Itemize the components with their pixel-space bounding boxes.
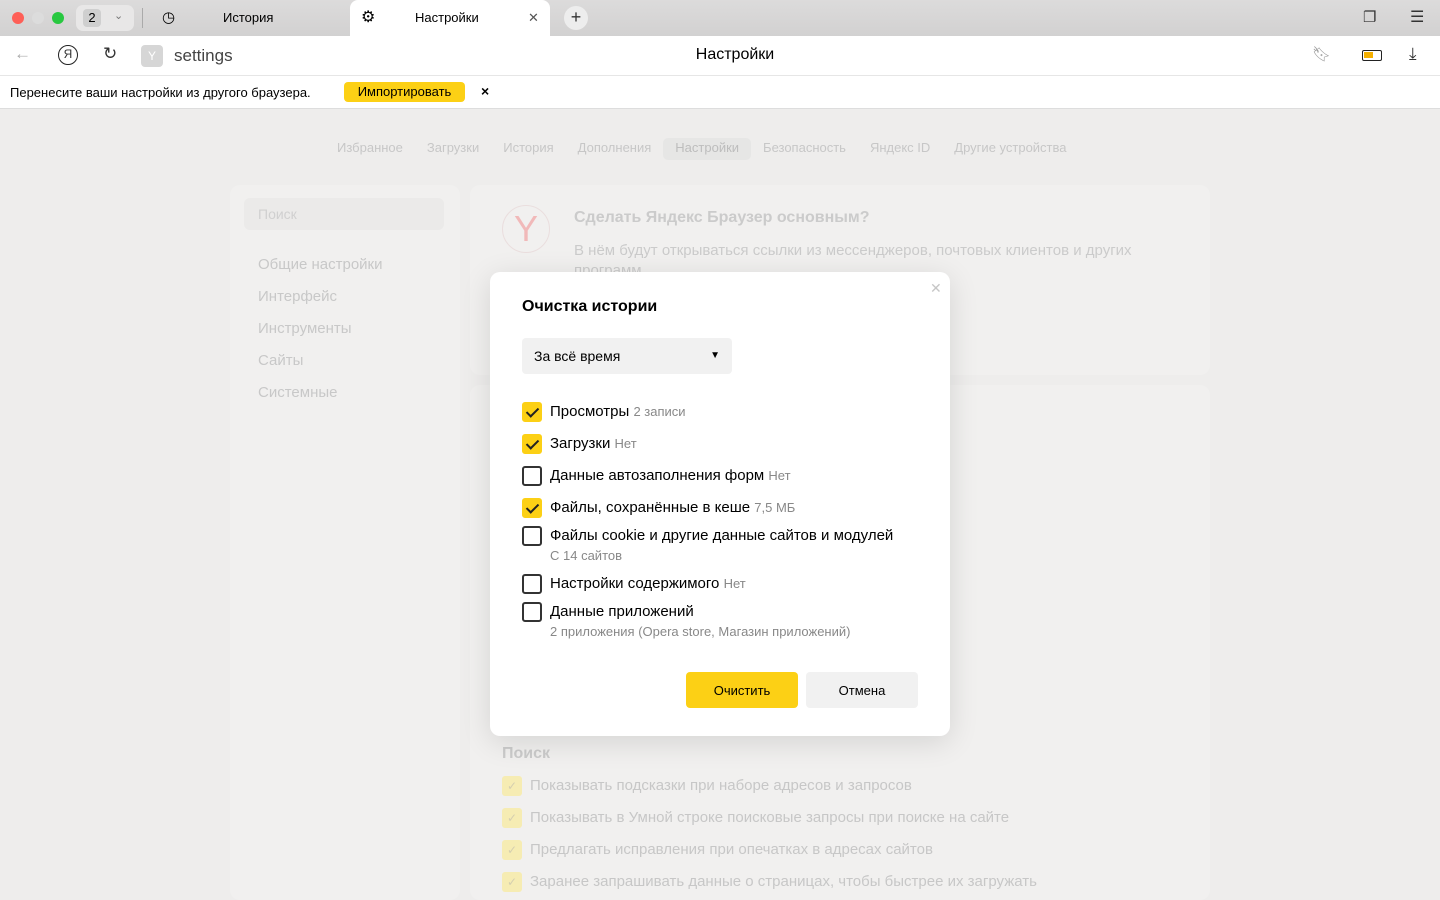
settings-nav: Избранное Загрузки История Дополнения На… bbox=[325, 138, 1079, 160]
sidebar-item-interface[interactable]: Интерфейс bbox=[258, 288, 337, 305]
close-window-button[interactable] bbox=[12, 12, 24, 24]
maximize-window-button[interactable] bbox=[52, 12, 64, 24]
download-icon[interactable]: ⤓ bbox=[1409, 44, 1417, 64]
checkbox-cache[interactable] bbox=[522, 498, 542, 518]
option-note: 2 записи bbox=[633, 404, 686, 419]
tab-label: Настройки bbox=[415, 10, 479, 25]
checkbox-downloads[interactable] bbox=[522, 434, 542, 454]
clear-button[interactable]: Очистить bbox=[686, 672, 798, 708]
battery-icon[interactable] bbox=[1362, 50, 1382, 61]
search-option[interactable]: ✓ Предлагать исправления при опечатках в … bbox=[502, 840, 933, 860]
close-tab-icon[interactable]: ✕ bbox=[528, 0, 539, 36]
sidebar-item-general[interactable]: Общие настройки bbox=[258, 256, 383, 273]
close-dialog-icon[interactable]: ✕ bbox=[930, 280, 942, 297]
option-note: 7,5 МБ bbox=[754, 500, 796, 515]
option-note: Нет bbox=[768, 468, 791, 483]
search-option[interactable]: ✓ Показывать подсказки при наборе адресов… bbox=[502, 776, 912, 796]
tab-settings[interactable]: ⚙ Настройки ✕ bbox=[350, 0, 550, 36]
search-section-title: Поиск bbox=[502, 745, 551, 762]
checkbox-cookies[interactable] bbox=[522, 526, 542, 546]
tab-label: История bbox=[223, 10, 274, 25]
bookmark-icon[interactable]: 🔖︎ bbox=[1312, 45, 1331, 63]
search-option[interactable]: ✓ Показывать в Умной строке поисковые зап… bbox=[502, 808, 1009, 828]
page-title: Настройки bbox=[695, 46, 775, 63]
option-note: Нет bbox=[723, 576, 746, 591]
option-label: Просмотры bbox=[550, 403, 630, 420]
nav-security[interactable]: Безопасность bbox=[751, 138, 858, 160]
tab-count: 2 bbox=[83, 9, 101, 27]
chevron-down-icon: ⌄ bbox=[114, 10, 124, 22]
checkbox-browsing[interactable] bbox=[522, 402, 542, 422]
infobar-text: Перенесите ваши настройки из другого бра… bbox=[10, 85, 311, 100]
nav-settings[interactable]: Настройки bbox=[663, 138, 752, 160]
option-label: Файлы cookie и другие данные сайтов и мо… bbox=[550, 527, 894, 544]
tab-bar: 2 ⌄ ◷ История ⚙ Настройки ✕ + ❐ ☰ bbox=[0, 0, 1440, 36]
checkbox-app-data[interactable] bbox=[522, 602, 542, 622]
clear-history-dialog: ✕ Очистка истории За всё время ▼ Просмотр… bbox=[490, 272, 950, 736]
import-button[interactable]: Импортировать bbox=[344, 82, 465, 102]
option-label: Загрузки bbox=[550, 435, 611, 452]
gear-icon: ⚙ bbox=[361, 9, 376, 26]
nav-history[interactable]: История bbox=[491, 138, 565, 160]
nav-favorites[interactable]: Избранное bbox=[325, 138, 415, 160]
sidebar-item-sites[interactable]: Сайты bbox=[258, 352, 303, 369]
sidebar-item-tools[interactable]: Инструменты bbox=[258, 320, 352, 337]
option-label: Показывать подсказки при наборе адресов … bbox=[530, 776, 912, 794]
close-infobar-button[interactable]: × bbox=[481, 83, 489, 99]
tab-history[interactable]: ◷ История bbox=[150, 0, 350, 36]
chevron-down-icon: ▼ bbox=[710, 350, 720, 361]
option-label: Показывать в Умной строке поисковые запр… bbox=[530, 808, 1010, 826]
checkbox-content-settings[interactable] bbox=[522, 574, 542, 594]
option-label: Данные приложений bbox=[550, 603, 694, 620]
option-note: Нет bbox=[614, 436, 637, 451]
option-label: Данные автозаполнения форм bbox=[550, 467, 765, 484]
nav-downloads[interactable]: Загрузки bbox=[415, 138, 491, 160]
option-label: Предлагать исправления при опечатках в а… bbox=[530, 840, 933, 858]
cancel-button[interactable]: Отмена bbox=[806, 672, 918, 708]
option-label: Файлы, сохранённые в кеше bbox=[550, 499, 751, 516]
minimize-window-button[interactable] bbox=[32, 12, 44, 24]
nav-extensions[interactable]: Дополнения bbox=[566, 138, 664, 160]
promo-title: Сделать Яндекс Браузер основным? bbox=[574, 209, 870, 226]
dialog-title: Очистка истории bbox=[522, 298, 658, 315]
nav-yandex-id[interactable]: Яндекс ID bbox=[858, 138, 942, 160]
checkbox-checked[interactable]: ✓ bbox=[502, 776, 522, 796]
tab-count-button[interactable]: 2 ⌄ bbox=[76, 5, 134, 31]
bookmarks-icon[interactable]: ❐ bbox=[1363, 8, 1376, 26]
checkbox-autofill[interactable] bbox=[522, 466, 542, 486]
divider bbox=[142, 8, 143, 28]
period-value: За всё время bbox=[534, 348, 621, 364]
option-note: С 14 сайтов bbox=[550, 548, 623, 563]
settings-search-input[interactable]: Поиск bbox=[244, 198, 444, 230]
yandex-logo-icon: Y bbox=[502, 205, 550, 253]
search-option[interactable]: ✓ Заранее запрашивать данные о страницах,… bbox=[502, 872, 1037, 892]
new-tab-button[interactable]: + bbox=[564, 6, 588, 30]
checkbox-checked[interactable]: ✓ bbox=[502, 808, 522, 828]
import-infobar: Перенесите ваши настройки из другого бра… bbox=[0, 76, 1440, 109]
menu-icon[interactable]: ☰ bbox=[1410, 7, 1424, 27]
clock-icon: ◷ bbox=[162, 9, 176, 26]
sidebar-item-system[interactable]: Системные bbox=[258, 384, 337, 401]
option-label: Настройки содержимого bbox=[550, 575, 720, 592]
checkbox-checked[interactable]: ✓ bbox=[502, 872, 522, 892]
period-select[interactable]: За всё время ▼ bbox=[522, 338, 732, 374]
option-note: 2 приложения (Opera store, Магазин прило… bbox=[550, 624, 851, 639]
checkbox-checked[interactable]: ✓ bbox=[502, 840, 522, 860]
address-bar: ← Я ↻ Y settings Настройки 🔖︎ ⤓ bbox=[0, 36, 1440, 76]
nav-other-devices[interactable]: Другие устройства bbox=[942, 138, 1078, 160]
option-label: Заранее запрашивать данные о страницах, … bbox=[530, 872, 1037, 890]
